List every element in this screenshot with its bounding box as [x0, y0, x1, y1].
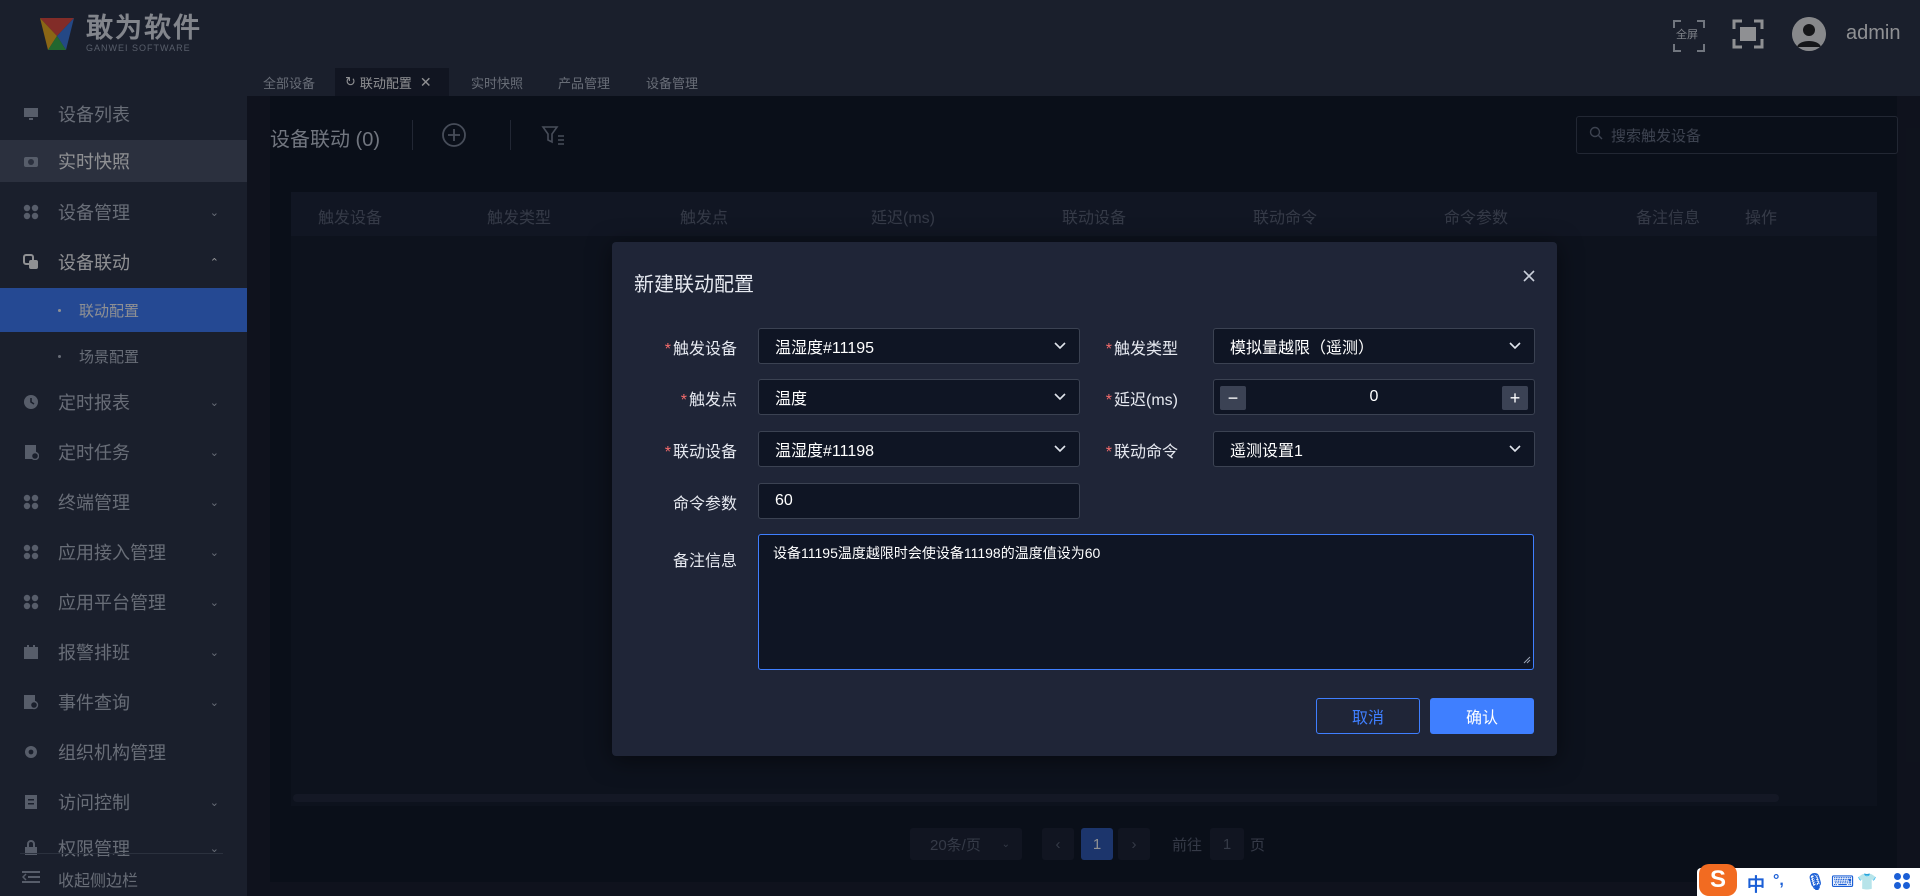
dialog-title: 新建联动配置 — [634, 274, 754, 296]
delay-stepper: − 0 + — [1213, 379, 1535, 415]
trigger-point-label: * 触发点 — [680, 392, 737, 409]
remark-value: 设备11195温度越限时会使设备11198的温度值设为60 — [773, 545, 1101, 561]
linked-device-label: * 联动设备 — [664, 444, 737, 461]
linked-command-value: 遥测设置1 — [1230, 443, 1303, 460]
ime-mode-toggle[interactable]: 中 — [1747, 871, 1765, 896]
confirm-button[interactable]: 确认 — [1430, 698, 1534, 734]
keyboard-icon[interactable]: ⌨ — [1831, 872, 1854, 892]
trigger-device-label: * 触发设备 — [664, 341, 737, 358]
linked-device-select[interactable]: 温湿度#11198 — [758, 431, 1080, 467]
trigger-device-select[interactable]: 温湿度#11195 — [758, 328, 1080, 364]
linked-device-value: 温湿度#11198 — [775, 443, 875, 460]
trigger-point-value: 温度 — [775, 391, 808, 408]
resize-handle-icon[interactable] — [1523, 651, 1531, 667]
command-param-input[interactable]: 60 — [758, 483, 1080, 519]
trigger-type-value: 模拟量越限（遥测） — [1230, 340, 1375, 357]
trigger-type-label: * 触发类型 — [1105, 341, 1178, 358]
skin-shirt-icon[interactable]: 👕 — [1857, 872, 1877, 892]
linked-command-label: * 联动命令 — [1105, 444, 1178, 461]
trigger-point-select[interactable]: 温度 — [758, 379, 1080, 415]
sogou-logo-icon[interactable]: S — [1699, 864, 1737, 896]
close-icon[interactable] — [1517, 264, 1541, 288]
toolbox-grid-icon[interactable] — [1893, 872, 1911, 895]
ime-toolbar: S 中 °, 🎙 ⌨ 👕 — [1697, 864, 1920, 896]
trigger-device-value: 温湿度#11195 — [775, 340, 875, 357]
chevron-down-icon — [1508, 339, 1522, 358]
command-param-label: 命令参数 — [672, 496, 737, 513]
delay-label: * 延迟(ms) — [1105, 392, 1178, 409]
remark-label: 备注信息 — [672, 553, 737, 570]
new-linkage-dialog: 新建联动配置 * 触发设备 温湿度#11195 * 触发类型 模拟量越限（遥测） *… — [612, 242, 1557, 756]
cancel-button[interactable]: 取消 — [1316, 698, 1420, 734]
remark-textarea[interactable]: 设备11195温度越限时会使设备11198的温度值设为60 — [758, 534, 1534, 670]
delay-value[interactable]: 0 — [1214, 388, 1534, 406]
increment-button[interactable]: + — [1502, 386, 1528, 410]
chevron-down-icon — [1508, 442, 1522, 461]
command-param-value: 60 — [775, 492, 793, 509]
trigger-type-select[interactable]: 模拟量越限（遥测） — [1213, 328, 1535, 364]
ime-punctuation-toggle[interactable]: °, — [1773, 872, 1784, 890]
microphone-icon[interactable]: 🎙 — [1805, 872, 1825, 892]
linked-command-select[interactable]: 遥测设置1 — [1213, 431, 1535, 467]
